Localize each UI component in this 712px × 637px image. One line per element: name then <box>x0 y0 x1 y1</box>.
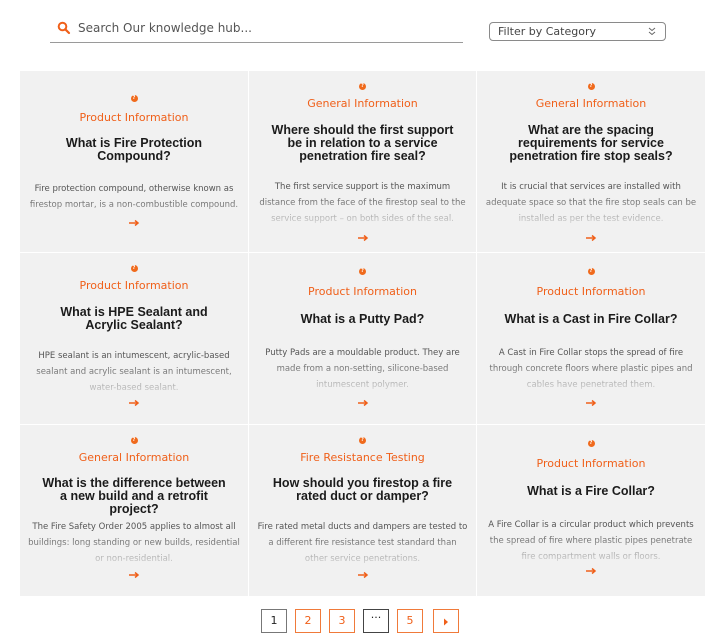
article-card[interactable]: ? General Information What is the differ… <box>20 425 248 596</box>
card-excerpt: A Cast in Fire Collar stops the spread o… <box>489 348 693 390</box>
card-title[interactable]: What is Fire Protection Compound? <box>42 137 226 163</box>
arrow-right-icon[interactable] <box>128 219 140 227</box>
arrow-right-icon[interactable] <box>585 567 597 575</box>
arrow-right-icon[interactable] <box>128 571 140 579</box>
card-title[interactable]: What is a Putty Pad? <box>271 313 454 326</box>
article-card[interactable]: ? Product Information What is a Putty Pa… <box>249 253 476 424</box>
card-category: Product Information <box>536 457 646 470</box>
card-category: Product Information <box>79 279 189 292</box>
article-card[interactable]: ? Fire Resistance Testing How should you… <box>249 425 476 596</box>
card-category: Product Information <box>79 111 189 124</box>
card-excerpt: Putty Pads are a mouldable product. They… <box>265 348 460 390</box>
card-title[interactable]: What is the difference between a new bui… <box>42 477 226 516</box>
article-card[interactable]: ? Product Information What is Fire Prote… <box>20 71 248 252</box>
page-button-2[interactable]: 2 <box>295 609 321 633</box>
article-card[interactable]: ? Product Information What is a Cast in … <box>477 253 705 424</box>
article-card[interactable]: ? Product Information What is a Fire Col… <box>477 425 705 596</box>
info-icon: ? <box>130 265 138 272</box>
card-title[interactable]: What is HPE Sealant and Acrylic Sealant? <box>42 306 226 332</box>
card-excerpt: Fire rated metal ducts and dampers are t… <box>257 522 468 564</box>
info-icon: ? <box>587 440 595 447</box>
card-category: Fire Resistance Testing <box>300 451 425 464</box>
card-excerpt: A Fire Collar is a circular product whic… <box>488 520 694 562</box>
search-icon[interactable] <box>57 21 71 35</box>
card-category: General Information <box>535 97 647 110</box>
card-category: Product Information <box>536 285 646 298</box>
card-title[interactable]: What are the spacing requirements for se… <box>499 124 683 163</box>
card-excerpt: HPE sealant is an intumescent, acrylic-b… <box>36 351 232 393</box>
chevron-down-icon <box>648 27 656 36</box>
card-title[interactable]: What is a Cast in Fire Collar? <box>499 313 683 326</box>
page-ellipsis: ··· <box>363 609 389 633</box>
card-category: Product Information <box>308 285 417 298</box>
card-excerpt: It is crucial that services are installe… <box>485 182 697 224</box>
info-icon: ? <box>359 437 366 444</box>
page-button-5[interactable]: 5 <box>397 609 423 633</box>
card-excerpt: The Fire Safety Order 2005 applies to al… <box>28 522 240 564</box>
caret-right-icon <box>444 618 448 626</box>
info-icon: ? <box>359 83 366 90</box>
arrow-right-icon[interactable] <box>128 399 140 407</box>
card-category: General Information <box>307 97 418 110</box>
arrow-right-icon[interactable] <box>585 399 597 407</box>
card-title[interactable]: Where should the first support be in rel… <box>271 124 454 163</box>
card-title[interactable]: What is a Fire Collar? <box>499 485 683 498</box>
search-input[interactable] <box>78 19 458 37</box>
info-icon: ? <box>359 268 366 275</box>
category-filter-select[interactable]: Filter by Category <box>489 22 666 41</box>
article-card[interactable]: ? General Information What are the spaci… <box>477 71 705 252</box>
info-icon: ? <box>130 437 138 444</box>
arrow-right-icon[interactable] <box>585 234 597 242</box>
article-card[interactable]: ? General Information Where should the f… <box>249 71 476 252</box>
card-excerpt: The first service support is the maximum… <box>259 182 466 224</box>
page-button-3[interactable]: 3 <box>329 609 355 633</box>
search-bar <box>50 15 463 43</box>
card-category: General Information <box>78 451 190 464</box>
card-title[interactable]: How should you firestop a fire rated duc… <box>271 477 454 503</box>
arrow-right-icon[interactable] <box>357 399 369 407</box>
info-icon: ? <box>587 83 595 90</box>
knowledge-hub-grid: ? Product Information What is Fire Prote… <box>20 71 705 596</box>
article-card[interactable]: ? Product Information What is HPE Sealan… <box>20 253 248 424</box>
next-page-button[interactable] <box>433 609 459 633</box>
info-icon: ? <box>587 268 595 275</box>
arrow-right-icon[interactable] <box>357 234 369 242</box>
page-button-1[interactable]: 1 <box>261 609 287 633</box>
info-icon: ? <box>130 95 138 102</box>
filter-selected-label: Filter by Category <box>498 25 596 38</box>
arrow-right-icon[interactable] <box>357 571 369 579</box>
